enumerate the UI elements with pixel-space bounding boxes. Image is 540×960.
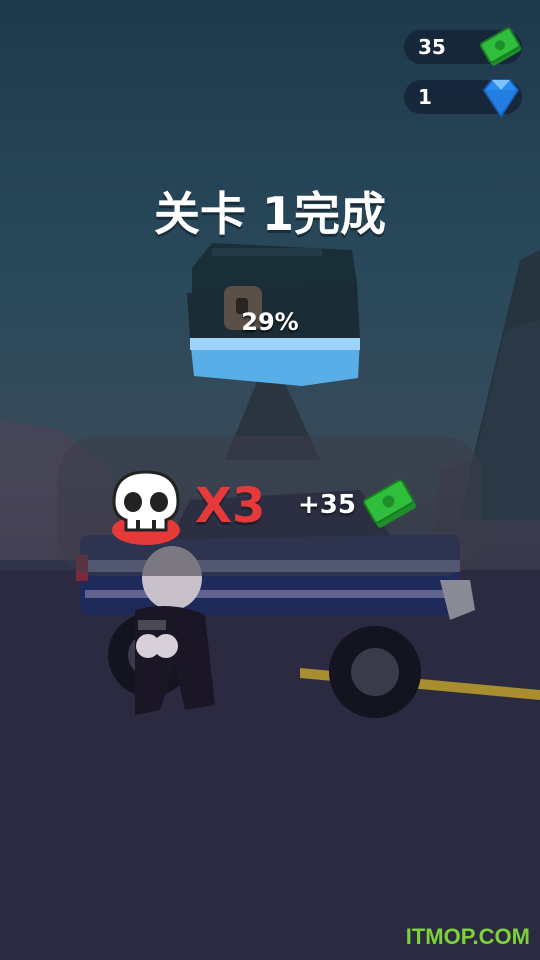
chest-progress-label: 29% — [241, 308, 299, 336]
cash-counter: 35 — [404, 27, 522, 66]
cash-bonus-amount: +35 — [298, 490, 356, 520]
cash-count: 35 — [418, 35, 446, 59]
level-complete-title: 关卡 1完成 — [153, 187, 387, 241]
gem-count: 1 — [418, 85, 432, 109]
skull-icon — [108, 468, 184, 552]
diamond-icon — [476, 72, 526, 127]
watermark: ITMOP.COM — [405, 924, 530, 949]
gem-counter: 1 — [404, 79, 522, 118]
kill-multiplier: X3 — [195, 478, 266, 534]
reward-cash-icon — [360, 474, 420, 538]
cash-stack-icon — [476, 22, 526, 77]
